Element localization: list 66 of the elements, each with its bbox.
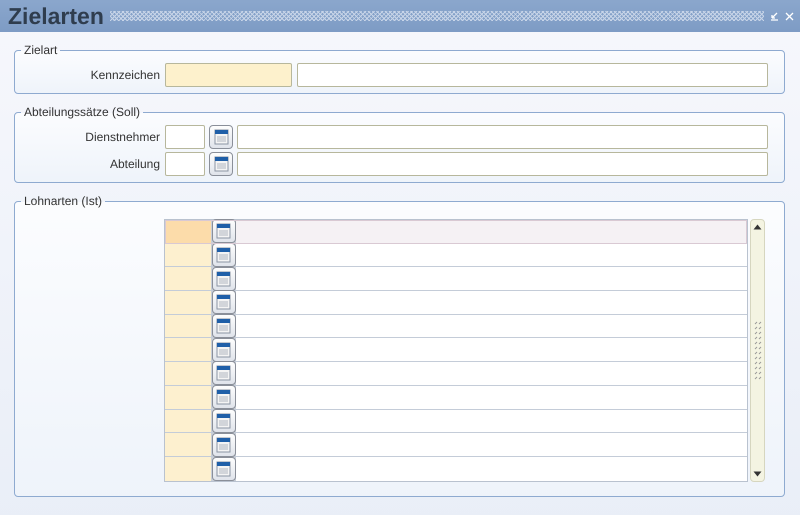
list-icon [216,436,231,453]
code-cell[interactable] [165,244,211,266]
list-icon [214,129,228,145]
code-field[interactable] [165,152,205,176]
minimize-icon[interactable] [770,12,779,20]
description-cell[interactable] [236,244,747,266]
lookup-button[interactable] [209,125,233,149]
window-title: Zielarten [8,4,104,28]
scroll-down-icon[interactable] [753,470,762,477]
list-icon [216,223,231,240]
scrollbar[interactable] [750,219,765,482]
description-cell[interactable] [236,410,747,432]
list-icon [216,318,231,334]
code-cell[interactable] [165,314,211,338]
description-cell[interactable] [236,386,747,408]
lookup-button[interactable] [212,266,236,291]
lookup-button[interactable] [212,456,236,481]
lookup-button[interactable] [212,338,236,362]
list-icon [216,270,231,287]
scroll-up-icon[interactable] [753,224,762,230]
lookup-button[interactable] [212,432,236,457]
list-icon [216,412,231,429]
description-cell[interactable] [236,433,747,456]
description-cell[interactable] [236,220,747,243]
field-label: Abteilung [108,156,161,173]
description-cell[interactable] [236,267,747,290]
list-icon [216,460,231,477]
list-icon [216,365,231,382]
list-icon [216,247,231,264]
code-cell[interactable] [165,338,211,362]
code-cell[interactable] [165,291,211,314]
code-cell[interactable] [165,267,211,290]
description-field[interactable] [297,63,768,87]
group-title: Abteilungssätze (Soll) [23,106,142,118]
field-label: Kennzeichen [90,67,161,84]
code-field[interactable] [165,63,292,87]
lookup-button[interactable] [212,408,236,433]
list-icon [214,156,228,172]
scroll-grip-icon[interactable] [754,320,762,380]
description-cell[interactable] [236,362,747,385]
list-icon [216,294,231,310]
code-cell[interactable] [165,386,211,408]
group-title: Zielart [23,44,58,56]
list-icon [216,389,231,406]
lookup-button[interactable] [212,243,236,268]
description-field[interactable] [237,125,768,149]
list-icon [216,342,231,358]
code-cell[interactable] [165,362,211,385]
lookup-button[interactable] [212,219,236,244]
description-cell[interactable] [236,338,747,362]
lookup-button[interactable] [209,152,233,176]
lookup-button[interactable] [212,290,236,314]
code-cell[interactable] [165,410,211,432]
field-label: Dienstnehmer [84,129,161,146]
lookup-button[interactable] [212,385,236,410]
group-title: Lohnarten (Ist) [23,195,104,207]
code-cell[interactable] [165,433,211,456]
description-cell[interactable] [236,314,747,338]
lookup-button[interactable] [212,314,236,338]
lookup-button[interactable] [212,361,236,386]
code-cell[interactable] [165,456,211,481]
close-icon[interactable] [785,12,794,20]
description-field[interactable] [237,152,768,176]
code-field[interactable] [165,125,205,149]
description-cell[interactable] [236,291,747,314]
code-cell[interactable] [165,220,211,243]
